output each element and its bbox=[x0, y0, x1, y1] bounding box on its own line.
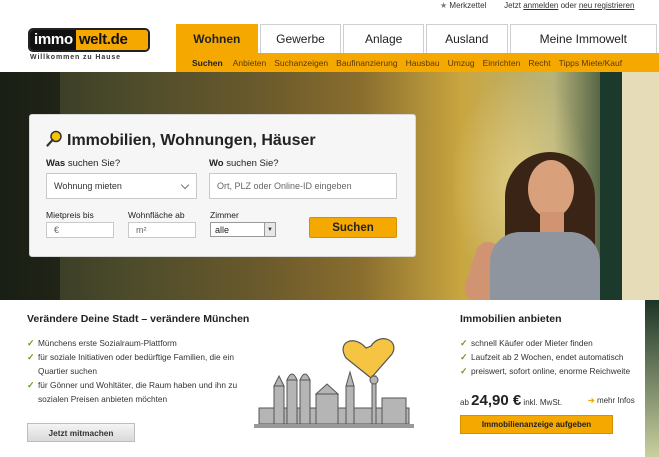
logo-part-2: welt.de bbox=[75, 30, 148, 50]
woman-body bbox=[490, 232, 600, 300]
property-type-value: Wohnung mieten bbox=[54, 181, 122, 191]
login-link[interactable]: anmelden bbox=[523, 1, 558, 10]
subnav-umzug[interactable]: Umzug bbox=[444, 58, 479, 68]
tab-meine-immowelt[interactable]: Meine Immowelt bbox=[509, 24, 657, 53]
arrow-right-icon: ➔ bbox=[588, 396, 595, 405]
min-area-input[interactable]: m² bbox=[128, 222, 196, 238]
check-icon: ✓ bbox=[460, 352, 468, 362]
offer-benefits-list: ✓ schnell Käufer oder Mieter finden ✓ Lauf… bbox=[460, 336, 645, 378]
social-panel-title: Verändere Deine Stadt – verändere Münche… bbox=[27, 313, 250, 325]
logo-part-1: immo bbox=[30, 30, 76, 50]
check-icon: ✓ bbox=[460, 338, 468, 348]
wohnflaeche-label: Wohnfläche ab bbox=[128, 210, 185, 220]
place-listing-button[interactable]: Immobilienanzeige aufgeben bbox=[460, 415, 613, 434]
price-amount: 24,90 € bbox=[471, 392, 522, 409]
max-rent-input[interactable]: € bbox=[46, 222, 114, 238]
main-nav: Wohnen Gewerbe Anlage Ausland Meine Immo… bbox=[176, 24, 659, 53]
tab-gewerbe[interactable]: Gewerbe bbox=[259, 24, 342, 53]
social-benefits-list: ✓ Münchens erste Sozialraum-Plattform ✓ fü… bbox=[27, 336, 242, 406]
subnav-tipps[interactable]: Tipps Miete/Kauf bbox=[555, 58, 626, 68]
price-prefix: ab bbox=[460, 398, 469, 407]
search-button[interactable]: Suchen bbox=[309, 217, 397, 238]
price-info: ab 24,90 € inkl. MwSt. bbox=[460, 392, 562, 409]
check-icon: ✓ bbox=[27, 352, 35, 362]
munich-skyline-illustration bbox=[254, 328, 424, 433]
check-icon: ✓ bbox=[27, 380, 35, 390]
woman-face bbox=[528, 160, 574, 218]
subnav-einrichten[interactable]: Einrichten bbox=[479, 58, 525, 68]
price-suffix: inkl. MwSt. bbox=[523, 398, 563, 407]
list-item: ✓ schnell Käufer oder Mieter finden bbox=[460, 338, 593, 348]
social-housing-panel: Verändere Deine Stadt – verändere Münche… bbox=[14, 300, 434, 457]
list-item: ✓ Münchens erste Sozialraum-Plattform bbox=[27, 338, 177, 348]
offer-property-panel: Immobilien anbieten ✓ schnell Käufer oder… bbox=[450, 300, 645, 457]
zimmer-label: Zimmer bbox=[210, 210, 239, 220]
hero-door bbox=[600, 72, 622, 300]
rooms-value: alle bbox=[215, 224, 230, 235]
subnav-anbieten[interactable]: Anbieten bbox=[229, 58, 271, 68]
subnav-suchen[interactable]: Suchen bbox=[176, 58, 229, 68]
or-text: oder bbox=[560, 1, 577, 10]
search-box: Immobilien, Wohnungen, Häuser Was suchen… bbox=[29, 114, 416, 257]
list-item: ✓ Laufzeit ab 2 Wochen, endet automatisch bbox=[460, 352, 624, 362]
subnav-suchanzeigen[interactable]: Suchanzeigen bbox=[270, 58, 332, 68]
search-title: Immobilien, Wohnungen, Häuser bbox=[46, 130, 316, 152]
subnav-recht[interactable]: Recht bbox=[524, 58, 554, 68]
site-logo[interactable]: immo welt.de bbox=[28, 28, 150, 52]
mietpreis-label: Mietpreis bis bbox=[46, 210, 94, 220]
logo-tagline: Willkommen zu Hause bbox=[30, 54, 121, 61]
rooms-select[interactable]: alle ▼ bbox=[210, 222, 276, 237]
tab-anlage[interactable]: Anlage bbox=[343, 24, 424, 53]
subnav-baufinanzierung[interactable]: Baufinanzierung bbox=[332, 58, 401, 68]
property-type-select[interactable]: Wohnung mieten bbox=[46, 173, 197, 199]
check-icon: ✓ bbox=[27, 338, 35, 348]
wo-label: Wo suchen Sie? bbox=[209, 158, 279, 169]
search-title-text: Immobilien, Wohnungen, Häuser bbox=[67, 132, 316, 149]
utility-bar: ★ Merkzettel Jetzt anmelden oder neu reg… bbox=[440, 1, 659, 15]
subnav-hausbau[interactable]: Hausbau bbox=[402, 58, 444, 68]
hero-edge bbox=[645, 300, 659, 457]
register-link[interactable]: neu registrieren bbox=[579, 1, 635, 10]
hero-door-panel bbox=[622, 72, 659, 300]
login-prefix: Jetzt bbox=[504, 1, 521, 10]
was-label: Was suchen Sie? bbox=[46, 158, 121, 169]
offer-panel-title: Immobilien anbieten bbox=[460, 313, 562, 325]
magnifier-icon bbox=[46, 130, 63, 152]
bookmarks-link[interactable]: Merkzettel bbox=[449, 1, 486, 10]
star-icon: ★ bbox=[440, 1, 448, 10]
tab-wohnen[interactable]: Wohnen bbox=[176, 24, 258, 53]
sub-nav: Suchen Anbieten Suchanzeigen Baufinanzie… bbox=[176, 53, 659, 72]
more-info-link[interactable]: ➔ mehr Infos bbox=[588, 396, 635, 405]
list-item: ✓ für Gönner und Wohltäter, die Raum habe… bbox=[27, 380, 238, 404]
location-input[interactable]: Ort, PLZ oder Online-ID eingeben bbox=[209, 173, 397, 199]
list-item: ✓ preiswert, sofort online, enorme Reichw… bbox=[460, 366, 631, 376]
list-item: ✓ für soziale Initiativen oder bedürftige… bbox=[27, 352, 235, 376]
tab-ausland[interactable]: Ausland bbox=[425, 24, 508, 53]
check-icon: ✓ bbox=[460, 366, 468, 376]
dropdown-arrow-icon: ▼ bbox=[264, 223, 275, 236]
join-now-button[interactable]: Jetzt mitmachen bbox=[27, 423, 135, 442]
chevron-down-icon bbox=[180, 180, 190, 190]
